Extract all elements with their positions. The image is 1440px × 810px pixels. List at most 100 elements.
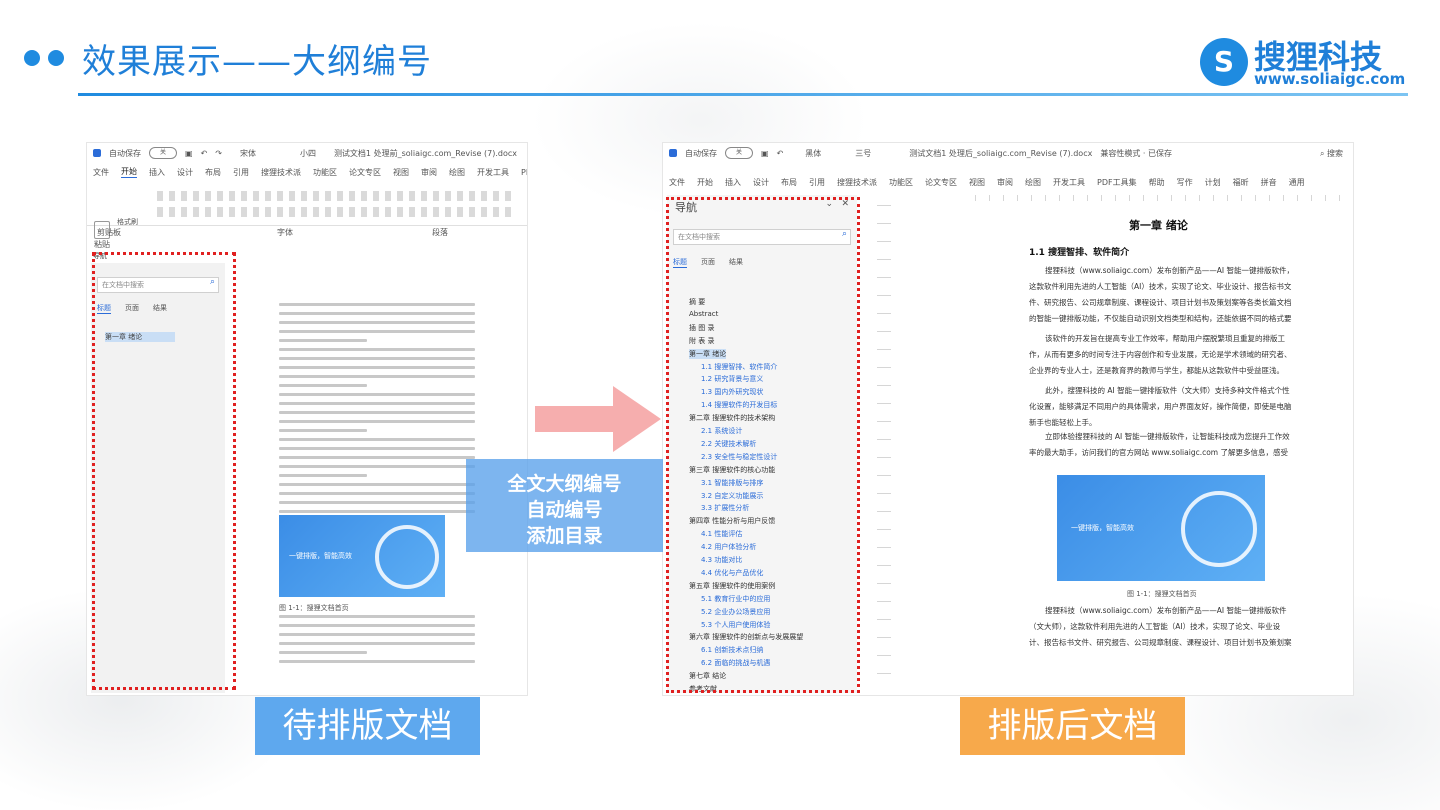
text-line [279,330,475,333]
image-ring [1181,491,1257,567]
autosave-label: 自动保存 [109,148,141,158]
callout-line-3: 添加目录 [526,525,603,547]
menu-tab[interactable]: 文件 [669,177,685,188]
menu-tab[interactable]: 计划 [1205,177,1221,188]
menu-tab[interactable]: 绘图 [1025,177,1041,188]
menu-tab[interactable]: 绘图 [449,167,465,178]
menu-tab[interactable]: 帮助 [1149,177,1165,188]
menu-tab[interactable]: 插入 [725,177,741,188]
text-line [279,312,475,315]
text-line [279,501,475,504]
autosave-toggle[interactable]: 关 [725,147,753,159]
menu-tab[interactable]: 通用 [1289,177,1305,188]
section-heading: 1.1 搜狸智排、软件简介 [1029,248,1130,258]
text-line [279,465,475,468]
menu-tab[interactable]: 论文专区 [925,177,957,188]
text-line [279,660,475,663]
text-line [279,492,475,495]
save-icon[interactable]: ▣ [185,149,193,158]
image-text: 一键排版，智能高效 [289,552,352,560]
menu-tab[interactable]: 开发工具 [477,167,509,178]
menu-tab[interactable]: 引用 [233,167,249,178]
autosave-toggle[interactable]: 关 [149,147,177,159]
title-underline [78,93,1408,96]
search-label: 搜索 [1327,148,1343,158]
menu-tab[interactable]: 开始 [121,166,137,178]
text-line [279,483,475,486]
search-box[interactable]: ⌕ 搜索 [1320,148,1343,159]
font-size-select[interactable]: 小四 [300,148,316,159]
before-label: 待排版文档 [255,697,480,755]
save-icon[interactable]: ▣ [761,149,769,158]
logo-icon: S [1200,38,1248,86]
menu-tab[interactable]: 功能区 [313,167,337,178]
menu-tab[interactable]: 审阅 [997,177,1013,188]
text-line [279,375,475,378]
menu-tab[interactable]: 文件 [93,167,109,178]
quick-access-bar: 自动保存 关 ▣ ↶ 黑体 三号 测试文档1 处理后_soliaigc.com_… [663,143,1353,163]
document-image: 一键排版，智能高效 [1057,475,1265,581]
autosave-label: 自动保存 [685,148,717,158]
menu-tab[interactable]: 搜狸技术派 [837,177,877,188]
menu-tab[interactable]: 审阅 [421,167,437,178]
horizontal-ruler [975,195,1345,201]
word-app-icon [669,149,677,157]
vertical-ruler [877,205,891,685]
menu-tab[interactable]: 开始 [697,177,713,188]
menu-tab[interactable]: 引用 [809,177,825,188]
undo-icon[interactable]: ↶ [201,149,208,158]
slide-title: 效果展示——大纲编号 [82,42,432,82]
logo-url: www.soliaigc.com [1254,70,1406,88]
undo-icon[interactable]: ↶ [777,149,784,158]
menu-tab[interactable]: 插入 [149,167,165,178]
menu-tab[interactable]: 设计 [177,167,193,178]
bullet-dot [24,50,40,66]
image-ring [375,525,439,589]
menu-tab[interactable]: 开发工具 [1053,177,1085,188]
format-painter-button[interactable]: 格式刷 [117,217,138,227]
ribbon-tabs: 文件 开始 插入 设计 布局 引用 搜狸技术派 功能区 论文专区 视图 审阅 绘图 开发工具 PDF工具集… [663,175,1353,189]
paragraph-4: 立即体验搜狸科技的 AI 智能一键排版软件，让智能科技成为您提升工作效率的最大助… [1029,432,1290,457]
callout-line-2: 自动编号 [526,499,603,521]
menu-tab[interactable]: 拼音 [1261,177,1277,188]
callout-line-1: 全文大纲编号 [507,473,622,495]
text-line [279,633,475,636]
figure-caption: 图 1-1：搜狸文档首页 [1127,590,1197,598]
menu-tab[interactable]: PDF工具 [521,167,527,178]
menu-tab[interactable]: 视图 [969,177,985,188]
menu-tab[interactable]: 写作 [1177,177,1193,188]
menu-tab[interactable]: PDF工具集 [1097,177,1137,188]
text-line [279,366,475,369]
figure-caption: 图 1-1：搜狸文档首页 [279,604,349,612]
menu-tab[interactable]: 搜狸技术派 [261,167,301,178]
menu-tab[interactable]: 论文专区 [349,167,381,178]
font-name-select[interactable]: 宋体 [240,148,256,159]
text-line [279,474,368,477]
compat-mode-label: 兼容性模式 · 已保存 [1100,148,1172,158]
ribbon: 粘贴 格式刷 [87,181,527,249]
text-line [279,456,475,459]
menu-tab[interactable]: 布局 [781,177,797,188]
document-image: 一键排版，智能高效 [279,515,445,597]
paragraph-3: 此外，搜狸科技的 AI 智能一键排版软件（文大师）支持多种文件格式个性化设置，能… [1029,386,1292,427]
menu-tab[interactable]: 视图 [393,167,409,178]
ribbon-row [157,207,517,217]
menu-tab[interactable]: 设计 [753,177,769,188]
document-page: 第一章 绪论 1.1 搜狸智排、软件简介 搜狸科技（www.soliaigc.c… [975,207,1349,693]
bullet-dot [48,50,64,66]
search-icon: ⌕ [1319,148,1327,158]
font-name-select[interactable]: 黑体 [805,148,821,159]
text-line [279,303,475,306]
document-filename: 测试文档1 处理前_soliaigc.com_Revise (7).docx [333,148,517,158]
font-size-select[interactable]: 三号 [855,148,871,159]
menu-tab[interactable]: 福昕 [1233,177,1249,188]
menu-tab[interactable]: 布局 [205,167,221,178]
text-line [279,348,475,351]
text-line [279,615,475,618]
paste-label: 粘贴 [94,240,110,249]
paragraph-2: 该软件的开发旨在提高专业工作效率，帮助用户摆脱繁琐且重复的排版工作，从而有更多的… [1029,334,1292,375]
text-line [279,624,475,627]
menu-tab[interactable]: 功能区 [889,177,913,188]
text-line [279,447,475,450]
redo-icon[interactable]: ↷ [215,149,222,158]
